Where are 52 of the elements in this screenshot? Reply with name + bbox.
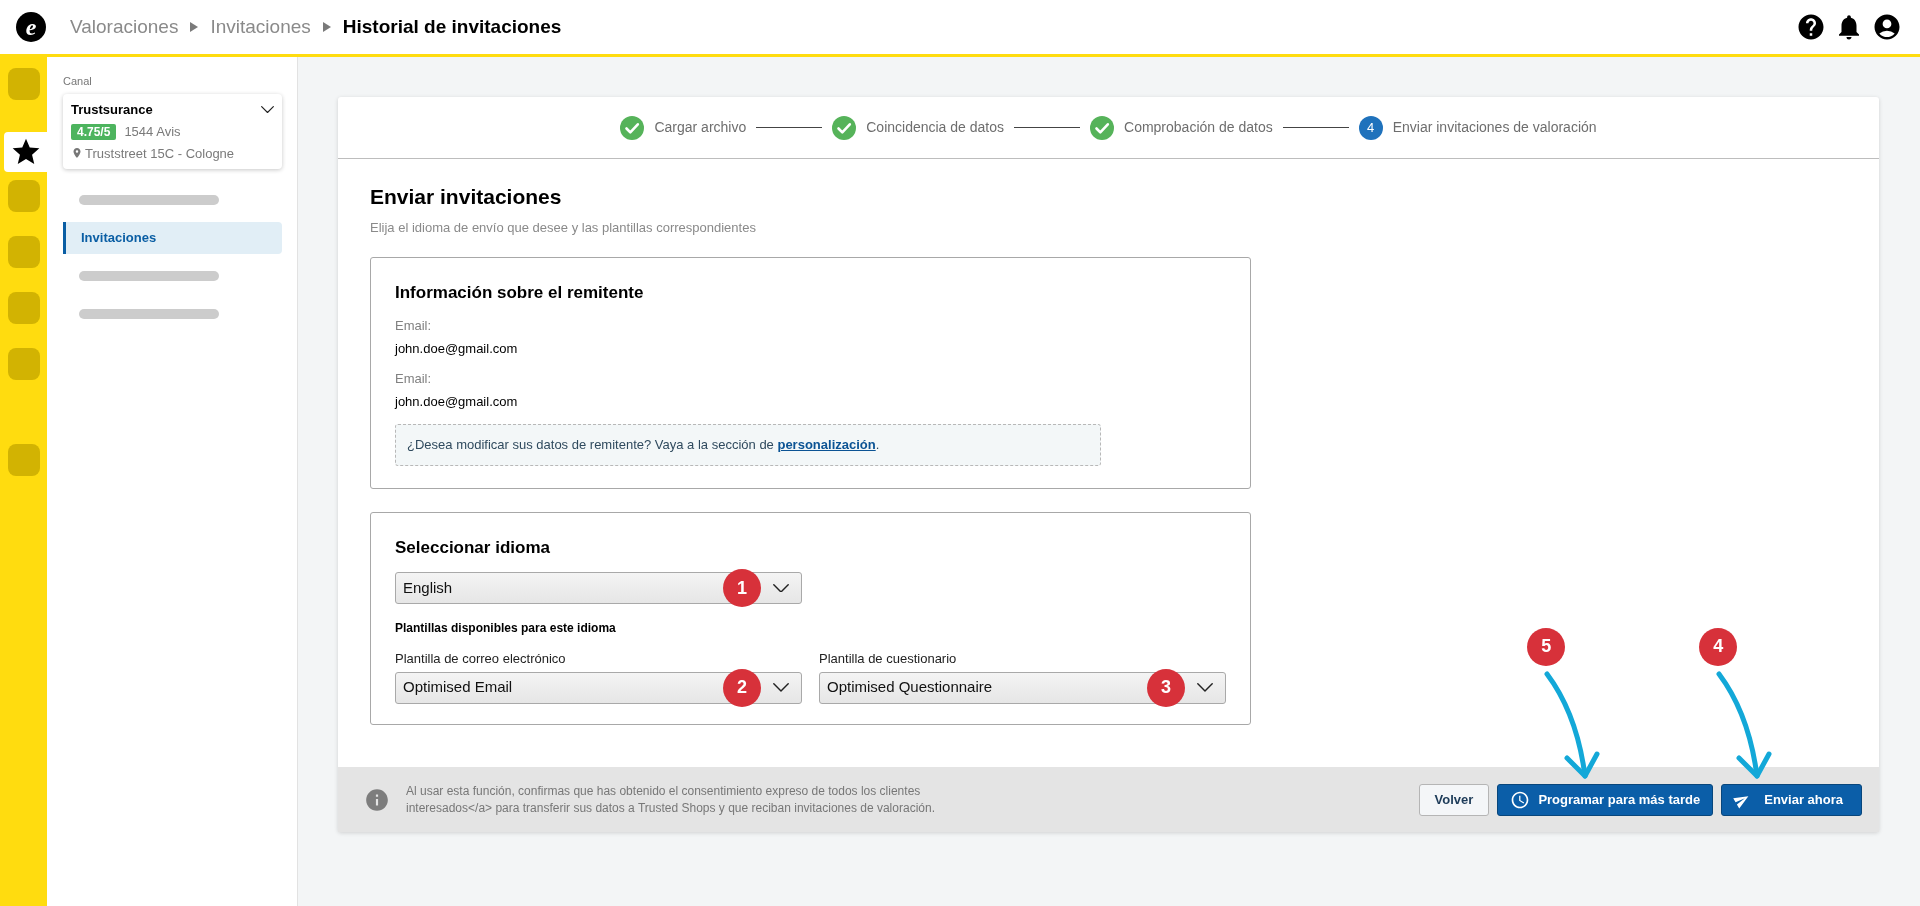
channel-label: Canal	[63, 74, 93, 89]
breadcrumb-item[interactable]: Valoraciones	[70, 12, 179, 42]
channel-card[interactable]: Trustsurance 4.75/5 1544 Avis Truststreet 15C - Cologne	[63, 93, 282, 169]
number-badge: 5	[1527, 627, 1566, 666]
send-button[interactable]: Enviar ahora	[1721, 783, 1862, 816]
field-value: john.doe@gmail.com	[395, 340, 519, 358]
personalization-link[interactable]: personalización	[777, 436, 876, 452]
dropdown[interactable]: Optimised Questionnaire 3	[819, 671, 1226, 704]
chevron-down-icon	[773, 683, 789, 692]
field-label: Plantilla de correo electrónico	[395, 650, 567, 668]
notice-text: ¿Desea modificar sus datos de remitente? Vaya a la sección de personalización.	[407, 435, 880, 454]
chevron-down-icon	[773, 583, 789, 593]
rail-tab[interactable]	[4, 132, 47, 172]
channel-address: Truststreet 15C - Cologne	[85, 144, 235, 163]
clock-icon	[1510, 789, 1531, 810]
field-label: Email:	[395, 316, 433, 335]
number-badge: 3	[1147, 668, 1185, 707]
number-badge: 2	[723, 668, 761, 707]
schedule-button[interactable]: Programar para más tarde	[1497, 783, 1714, 816]
field-value: john.doe@gmail.com	[395, 393, 519, 411]
help-icon[interactable]	[1796, 12, 1826, 42]
section-title: Seleccionar idioma	[395, 536, 551, 559]
step-number: 4	[1358, 115, 1383, 140]
page-subtitle: Elija el idioma de envío que desee y las plantillas correspondientes	[370, 218, 757, 237]
chevron-down-icon	[1197, 683, 1213, 692]
page-title: Enviar invitaciones	[370, 184, 563, 210]
chevron-down-icon	[261, 105, 274, 113]
number-badge: 1	[723, 569, 761, 607]
user-icon[interactable]	[1872, 12, 1902, 42]
field-label: Email:	[395, 369, 433, 388]
dropdown[interactable]: English 1	[395, 572, 802, 604]
rating: 4.75/5	[71, 123, 117, 140]
step-label: Cargar archivo	[654, 118, 747, 137]
field-label: Plantilla de cuestionario	[819, 650, 958, 668]
channel-name: Trustsurance	[71, 100, 153, 119]
section-title: Información sobre el remitente	[395, 282, 645, 304]
step-label: Comprobación de datos	[1124, 118, 1273, 137]
pin-icon	[71, 147, 83, 160]
step-label: Enviar invitaciones de valoración	[1392, 118, 1597, 137]
consent-text: Al usar esta función, confirmas que has obtenido el consentimiento expreso de todos los clientes interesados</a> para transferir sus datos a Trusted Shops y que reciban invitaciones de valoración.	[406, 782, 936, 817]
caret-right-icon	[190, 22, 199, 32]
caret-right-icon	[322, 22, 331, 32]
step-label: Coincidencia de datos	[866, 118, 1004, 137]
number-badge: 4	[1699, 627, 1738, 666]
logo[interactable]: e	[16, 12, 46, 42]
breadcrumb-item: Historial de invitaciones	[342, 14, 562, 39]
subsection-title: Plantillas disponibles para este idioma	[395, 620, 617, 637]
nav-item[interactable]: Invitaciones	[63, 222, 282, 254]
dropdown[interactable]: Optimised Email 2	[395, 671, 802, 704]
back-button[interactable]: Volver	[1418, 783, 1490, 816]
info-icon	[364, 786, 390, 813]
review-count: 1544 Avis	[124, 123, 181, 141]
